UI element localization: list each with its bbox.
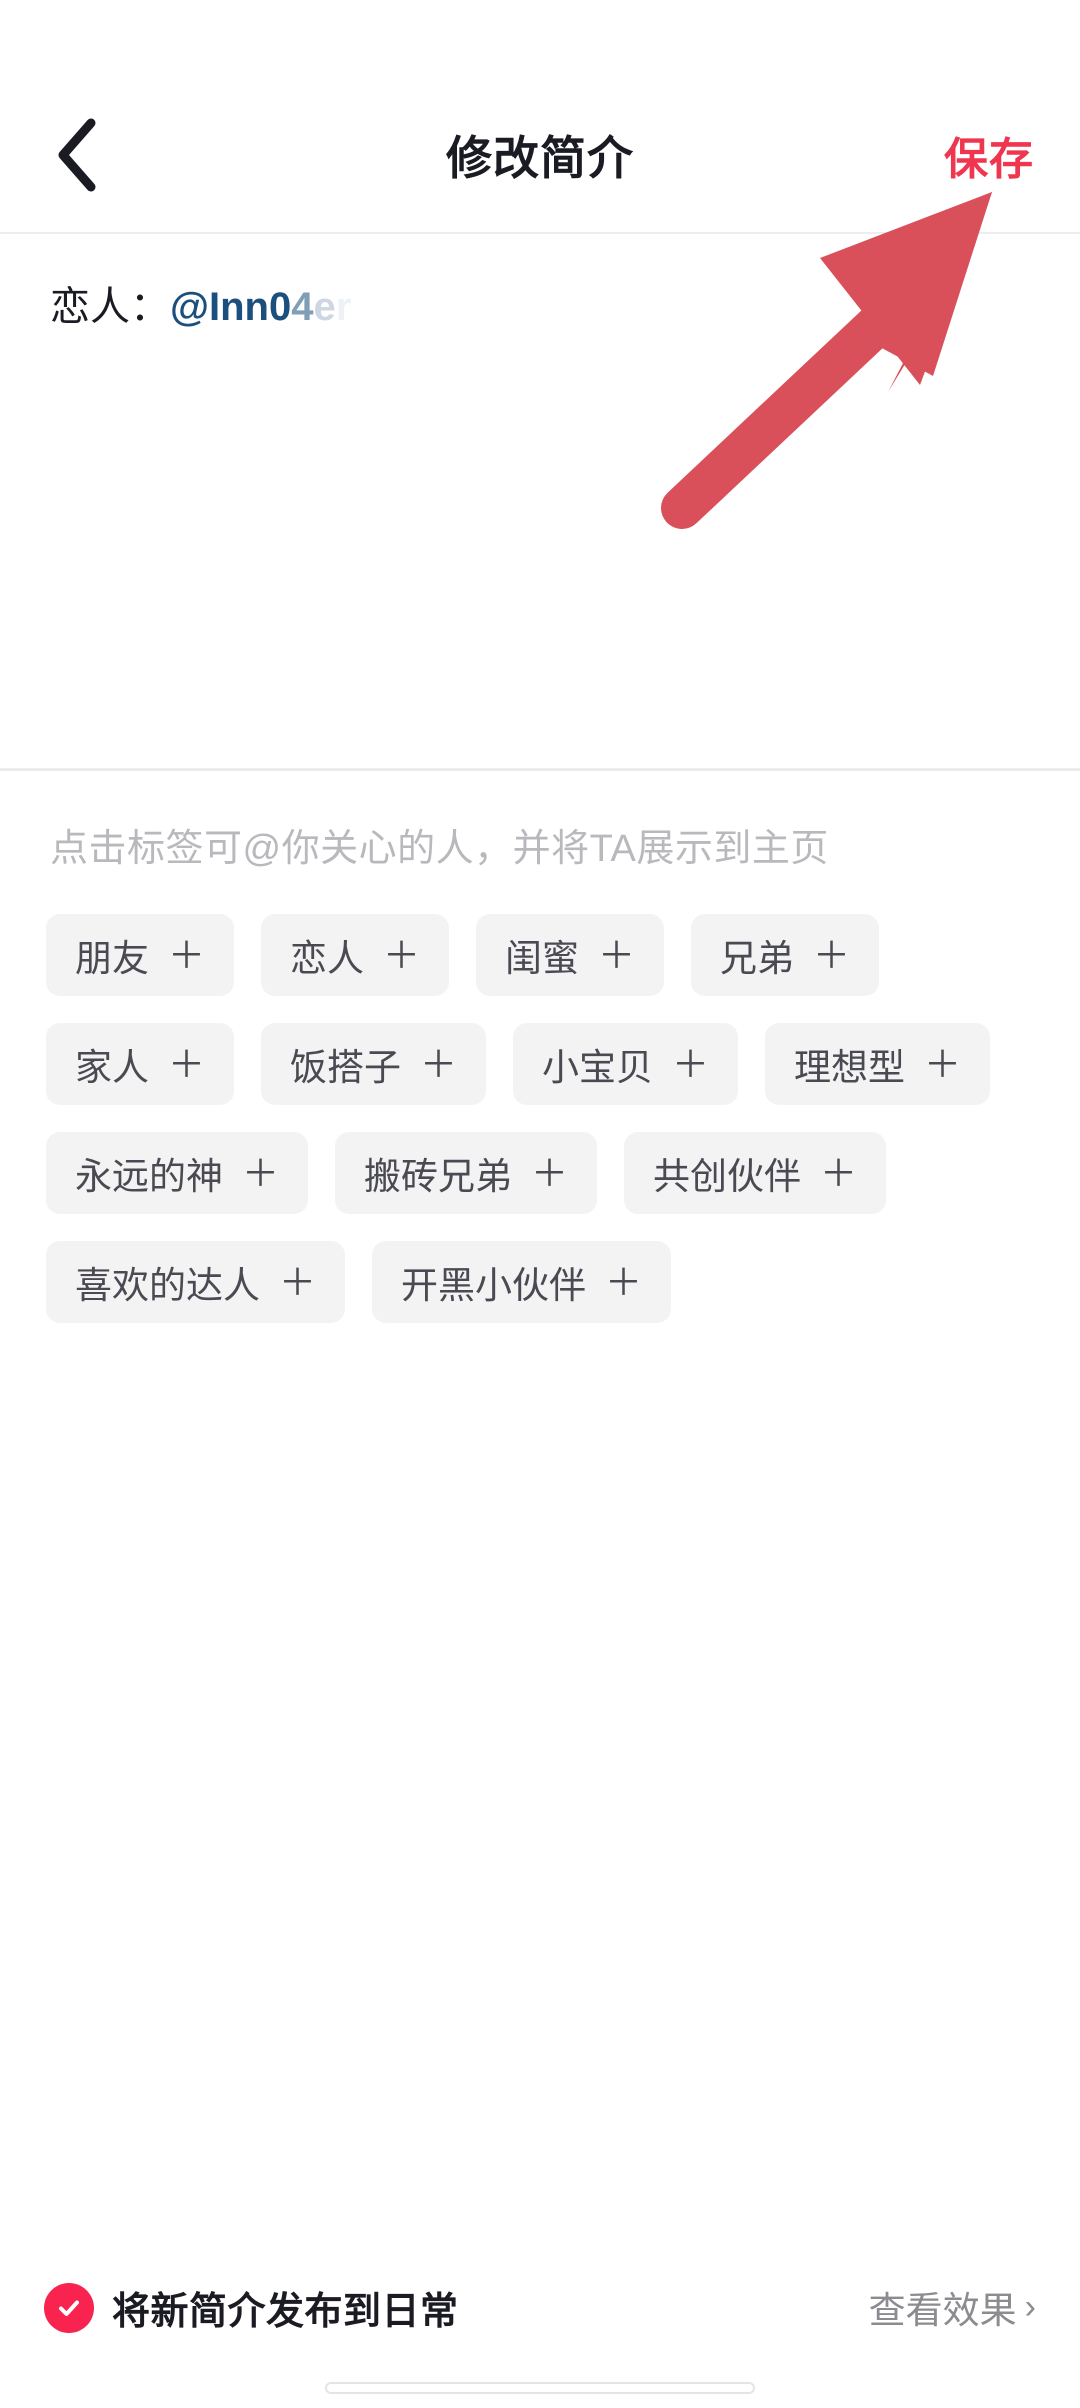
tag-chip[interactable]: 永远的神 ＋ — [46, 1132, 308, 1214]
chevron-right-icon: › — [1024, 2288, 1036, 2326]
tag-chip-grid: 朋友 ＋ 恋人 ＋ 闺蜜 ＋ 兄弟 ＋ 家人 ＋ 饭搭子 ＋ 小宝贝 ＋ 理想型… — [46, 914, 1034, 1323]
app-screen: 修改简介 保存 恋人：@Inn04er 点击标签可@你关心的人，并将TA展示到主… — [0, 0, 1080, 2408]
bio-editor[interactable]: 恋人：@Inn04er — [0, 234, 1080, 768]
preview-effect-label: 查看效果 — [868, 2290, 1017, 2331]
plus-icon: ＋ — [531, 1152, 568, 1194]
publish-to-daily-label: 将新简介发布到日常 — [112, 2291, 459, 2333]
tag-chip[interactable]: 开黑小伙伴 ＋ — [372, 1241, 671, 1323]
tag-chip-label: 家人 — [75, 1047, 149, 1088]
tag-chip[interactable]: 恋人 ＋ — [261, 914, 449, 996]
plus-icon: ＋ — [820, 1152, 857, 1194]
preview-effect-link[interactable]: 查看效果 › — [869, 2280, 1036, 2334]
plus-icon: ＋ — [383, 934, 420, 976]
plus-icon: ＋ — [279, 1261, 316, 1303]
tag-chip-label: 搬砖兄弟 — [364, 1156, 512, 1197]
bio-relation-label: 恋人： — [50, 285, 170, 329]
publish-to-daily-toggle[interactable]: 将新简介发布到日常 — [44, 2280, 459, 2335]
plus-icon: ＋ — [598, 934, 635, 976]
plus-icon: ＋ — [420, 1043, 457, 1085]
tag-chip[interactable]: 喜欢的达人 ＋ — [46, 1241, 345, 1323]
tag-chip-label: 喜欢的达人 — [75, 1265, 260, 1306]
page-header: 修改简介 保存 — [0, 78, 1080, 232]
plus-icon: ＋ — [605, 1261, 642, 1303]
tag-row: 朋友 ＋ 恋人 ＋ 闺蜜 ＋ 兄弟 ＋ — [46, 914, 1034, 996]
tag-chip[interactable]: 兄弟 ＋ — [691, 914, 879, 996]
plus-icon: ＋ — [813, 934, 850, 976]
tag-chip-label: 小宝贝 — [542, 1047, 653, 1088]
mention-faded-part-3: r — [335, 285, 352, 329]
tag-chip[interactable]: 朋友 ＋ — [46, 914, 234, 996]
status-bar-spacer — [0, 0, 1080, 78]
bio-mention-username[interactable]: @Inn04er — [170, 285, 351, 329]
tag-chip[interactable]: 闺蜜 ＋ — [476, 914, 664, 996]
tag-chip-label: 永远的神 — [75, 1156, 223, 1197]
plus-icon: ＋ — [168, 1043, 205, 1085]
tag-chip-label: 开黑小伙伴 — [401, 1265, 586, 1306]
check-circle-filled-icon[interactable] — [44, 2282, 94, 2333]
plus-icon: ＋ — [168, 934, 205, 976]
tag-chip[interactable]: 理想型 ＋ — [765, 1023, 990, 1105]
tag-chip[interactable]: 共创伙伴 ＋ — [624, 1132, 886, 1214]
tag-chip-label: 理想型 — [794, 1047, 905, 1088]
mention-faded-part-1: 4 — [291, 285, 314, 329]
tag-chip-label: 闺蜜 — [505, 938, 579, 979]
plus-icon: ＋ — [924, 1043, 961, 1085]
save-button[interactable]: 保存 — [940, 115, 1038, 195]
tag-chip-label: 兄弟 — [720, 938, 794, 979]
home-indicator — [325, 2382, 755, 2394]
tag-row: 喜欢的达人 ＋ 开黑小伙伴 ＋ — [46, 1241, 1034, 1323]
tag-picker-hint: 点击标签可@你关心的人，并将TA展示到主页 — [50, 828, 829, 870]
tag-row: 永远的神 ＋ 搬砖兄弟 ＋ 共创伙伴 ＋ — [46, 1132, 1034, 1214]
tag-chip-label: 共创伙伴 — [653, 1156, 801, 1197]
tag-row: 家人 ＋ 饭搭子 ＋ 小宝贝 ＋ 理想型 ＋ — [46, 1023, 1034, 1105]
mention-visible-part: @Inn0 — [170, 285, 292, 329]
page-title: 修改简介 — [446, 132, 634, 184]
mention-faded-part-2: e — [313, 285, 336, 329]
bio-text-line: 恋人：@Inn04er — [50, 280, 1030, 334]
tag-chip-label: 朋友 — [75, 938, 149, 979]
tag-chip[interactable]: 小宝贝 ＋ — [513, 1023, 738, 1105]
tag-chip[interactable]: 家人 ＋ — [46, 1023, 234, 1105]
tag-chip-label: 饭搭子 — [290, 1047, 401, 1088]
tag-chip[interactable]: 饭搭子 ＋ — [261, 1023, 486, 1105]
tag-chip-label: 恋人 — [290, 938, 364, 979]
tag-picker-section: 点击标签可@你关心的人，并将TA展示到主页 朋友 ＋ 恋人 ＋ 闺蜜 ＋ 兄弟 … — [0, 771, 1080, 1323]
tag-chip[interactable]: 搬砖兄弟 ＋ — [335, 1132, 597, 1214]
plus-icon: ＋ — [242, 1152, 279, 1194]
plus-icon: ＋ — [672, 1043, 709, 1085]
